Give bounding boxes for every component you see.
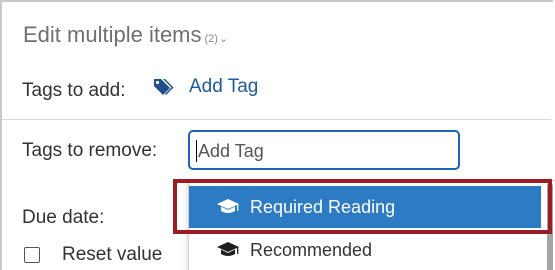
tag-icon	[154, 79, 174, 95]
dropdown-option-required-reading[interactable]: Required Reading	[189, 186, 541, 228]
tags-to-add-label: Tags to add:	[22, 80, 126, 101]
add-tag-link-label: Add Tag	[189, 76, 259, 97]
edit-panel: Edit multiple items (2)⌄ Tags to add: Add…	[0, 0, 555, 270]
tag-suggestions-dropdown: Required Reading Recommended	[188, 180, 555, 270]
item-count: (2)	[204, 33, 218, 45]
reset-value-checkbox[interactable]	[24, 247, 40, 263]
tags-to-remove-label: Tags to remove:	[22, 140, 158, 161]
add-tag-link[interactable]: Add Tag	[153, 74, 258, 100]
divider	[2, 119, 551, 120]
tags-to-remove-input[interactable]: Add Tag	[188, 130, 460, 170]
graduation-cap-icon	[217, 199, 239, 213]
chevron-down-icon[interactable]: ⌄	[219, 33, 228, 45]
dropdown-option-label: Recommended	[250, 239, 373, 260]
due-date-label: Due date:	[22, 207, 105, 228]
text-cursor	[196, 140, 197, 162]
dropdown-option-recommended[interactable]: Recommended	[189, 231, 541, 269]
app-frame: Edit multiple items (2)⌄ Tags to add: Add…	[0, 0, 555, 270]
reset-value-label[interactable]: Reset value	[62, 244, 162, 266]
graduation-cap-icon	[217, 242, 239, 256]
page-title: Edit multiple items	[23, 22, 202, 47]
panel-title[interactable]: Edit multiple items (2)⌄	[23, 22, 228, 48]
dropdown-option-label: Required Reading	[250, 196, 396, 217]
dropdown-scrollbar[interactable]	[547, 183, 553, 270]
tags-to-remove-placeholder: Add Tag	[198, 141, 264, 161]
